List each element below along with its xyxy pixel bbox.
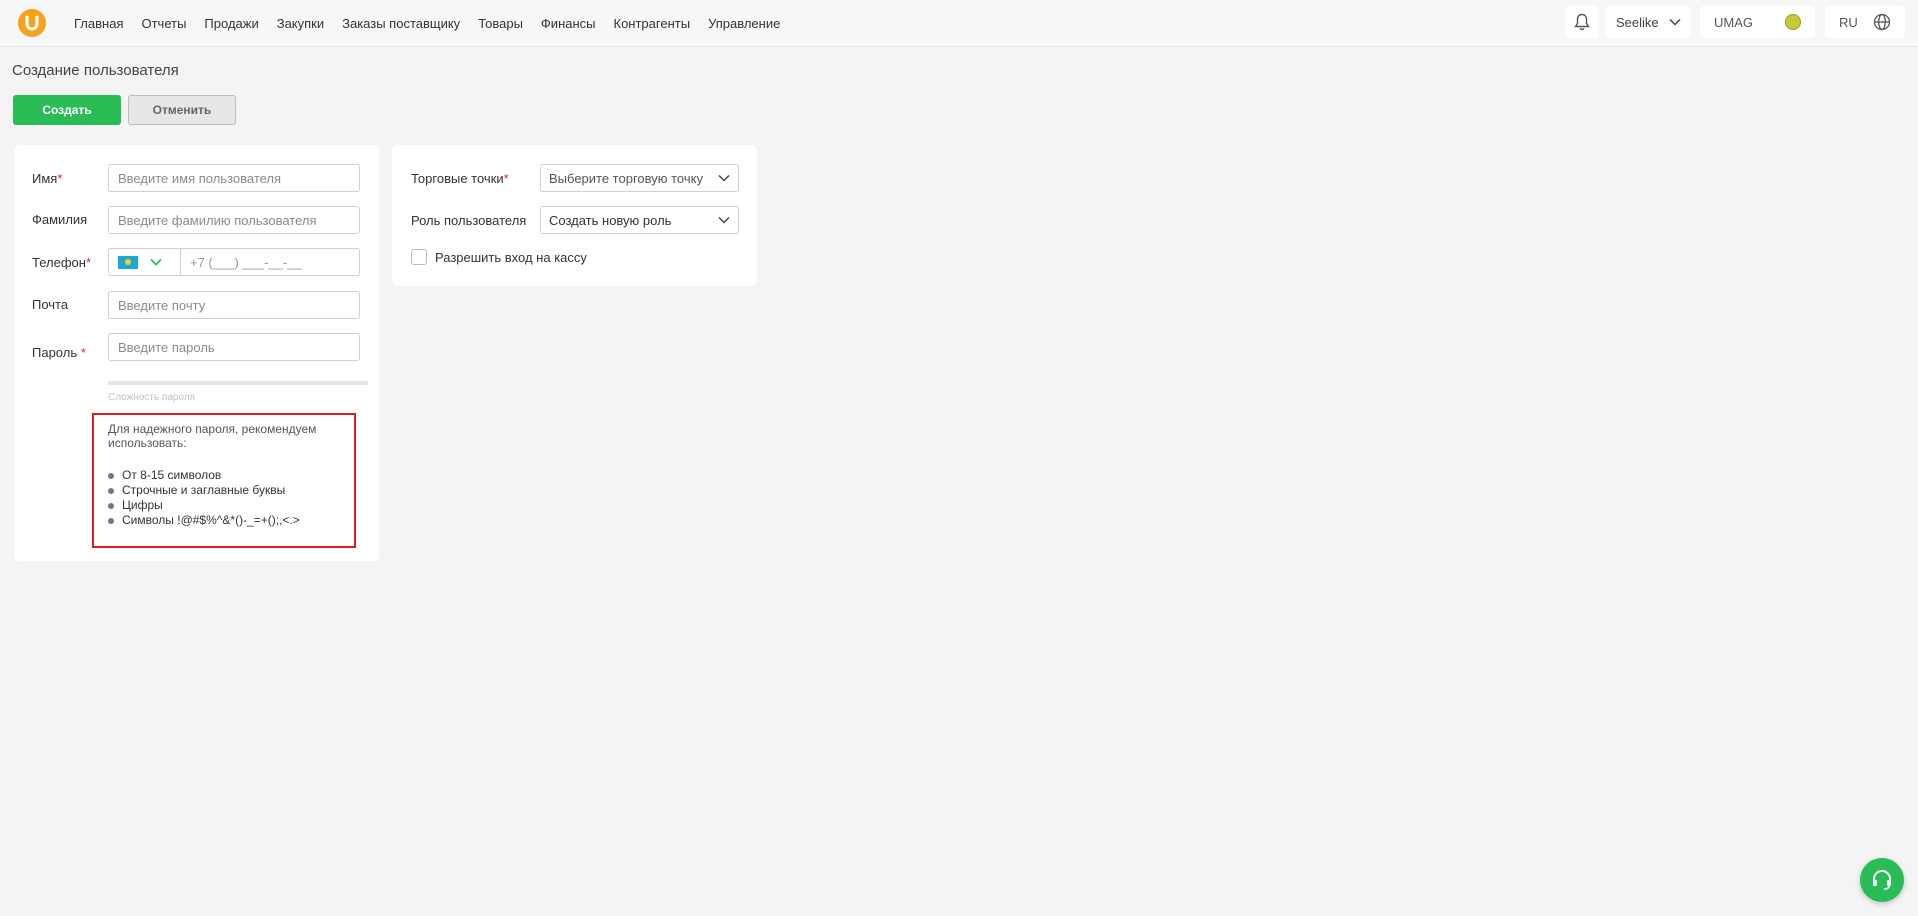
nav-item-products[interactable]: Товары — [478, 16, 523, 31]
list-item: Символы !@#$%^&*()-_=+();,<.> — [108, 513, 340, 528]
store-selector[interactable]: Seelike — [1606, 6, 1691, 38]
nav-item-management[interactable]: Управление — [708, 16, 780, 31]
list-item: От 8-15 символов — [108, 468, 340, 483]
notifications-button[interactable] — [1566, 6, 1598, 38]
create-button[interactable]: Создать — [13, 95, 121, 125]
role-select[interactable]: Создать новую роль — [540, 206, 739, 234]
phone-input[interactable]: +7 (___) ___-__-__ — [181, 249, 359, 275]
language-selector[interactable]: RU — [1825, 6, 1905, 38]
user-menu[interactable]: UMAG — [1700, 6, 1815, 38]
allow-cash-label: Разрешить вход на кассу — [435, 250, 587, 265]
main-nav: Главная Отчеты Продажи Закупки Заказы по… — [74, 0, 798, 46]
nav-item-counterparties[interactable]: Контрагенты — [614, 16, 691, 31]
first-name-label: Имя* — [32, 171, 63, 186]
headset-icon — [1873, 870, 1891, 890]
kazakhstan-flag-icon — [118, 255, 138, 269]
nav-item-reports[interactable]: Отчеты — [141, 16, 186, 31]
phone-label: Телефон* — [32, 255, 91, 270]
last-name-label: Фамилия — [32, 212, 88, 227]
password-hint: Для надежного пароля, рекомендуем исполь… — [92, 413, 356, 548]
chevron-down-icon — [1669, 18, 1681, 26]
password-label: Пароль * — [32, 345, 86, 360]
support-button[interactable] — [1860, 858, 1904, 902]
password-strength-bar — [108, 381, 368, 385]
first-name-input[interactable]: Введите имя пользователя — [108, 164, 360, 192]
chevron-down-icon — [150, 258, 162, 266]
stores-select-value: Выберите торговую точку — [549, 170, 703, 186]
user-info-card: Имя* Введите имя пользователя Фамилия Вв… — [14, 145, 379, 561]
password-strength-label: Сложность пароля — [108, 392, 196, 403]
password-input[interactable]: Введите пароль — [108, 333, 360, 361]
nav-item-home[interactable]: Главная — [74, 16, 123, 31]
nav-item-finance[interactable]: Финансы — [541, 16, 596, 31]
role-label: Роль пользователя — [411, 213, 527, 228]
nav-item-sales[interactable]: Продажи — [204, 16, 258, 31]
email-input[interactable]: Введите почту — [108, 291, 360, 319]
globe-icon — [1873, 13, 1891, 31]
allow-cash-checkbox[interactable] — [411, 249, 427, 265]
bell-icon — [1574, 13, 1590, 31]
cancel-button[interactable]: Отменить — [128, 95, 236, 125]
avatar — [1785, 14, 1801, 30]
page-title: Создание пользователя — [12, 62, 179, 79]
list-item: Строчные и заглавные буквы — [108, 483, 340, 498]
stores-label: Торговые точки* — [411, 171, 509, 186]
user-name: UMAG — [1714, 14, 1753, 30]
language-code: RU — [1839, 14, 1858, 30]
password-hint-intro: Для надежного пароля, рекомендуем исполь… — [108, 422, 317, 450]
role-select-value: Создать новую роль — [549, 212, 672, 228]
nav-item-supplier-orders[interactable]: Заказы поставщику — [342, 16, 460, 31]
phone-field: +7 (___) ___-__-__ — [108, 248, 360, 276]
last-name-input[interactable]: Введите фамилию пользователя — [108, 206, 360, 234]
password-hint-list: От 8-15 символов Строчные и заглавные бу… — [108, 468, 340, 528]
logo-icon[interactable] — [18, 9, 46, 37]
country-code-selector[interactable] — [109, 249, 181, 275]
access-card: Торговые точки* Выберите торговую точку … — [392, 145, 757, 286]
chevron-down-icon — [718, 174, 730, 182]
email-label: Почта — [32, 297, 69, 312]
list-item: Цифры — [108, 498, 340, 513]
stores-select[interactable]: Выберите торговую точку — [540, 164, 739, 192]
store-name: Seelike — [1616, 14, 1659, 30]
chevron-down-icon — [718, 216, 730, 224]
top-bar: Главная Отчеты Продажи Закупки Заказы по… — [0, 0, 1918, 47]
nav-item-purchases[interactable]: Закупки — [277, 16, 324, 31]
